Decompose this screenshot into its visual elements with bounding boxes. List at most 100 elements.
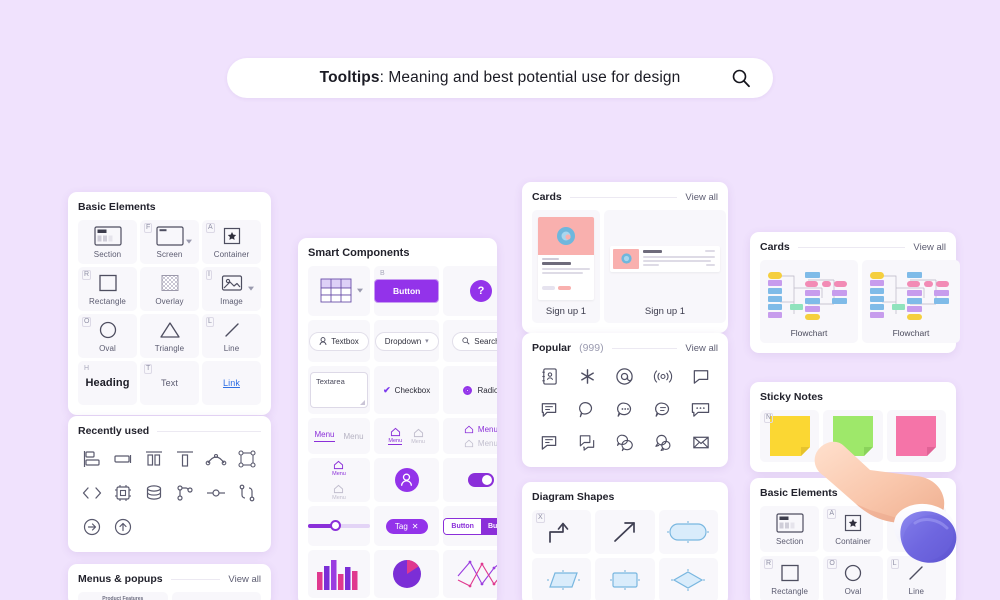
view-all-link[interactable]: View all bbox=[913, 242, 946, 253]
component-textarea[interactable]: Textarea bbox=[308, 366, 370, 414]
icon-node-link[interactable] bbox=[203, 478, 230, 508]
element-container[interactable]: A Container bbox=[202, 220, 261, 264]
icon-broadcast[interactable] bbox=[645, 361, 680, 391]
checkbox-field[interactable]: ✔ Checkbox bbox=[383, 385, 430, 396]
slider-track[interactable] bbox=[308, 520, 370, 531]
icon-transform[interactable] bbox=[234, 444, 261, 474]
icon-code[interactable] bbox=[78, 478, 105, 508]
element-text[interactable]: T Text bbox=[140, 361, 199, 405]
search-field[interactable]: Search bbox=[452, 331, 497, 351]
component-pie-chart[interactable] bbox=[374, 550, 440, 598]
element-section[interactable]: Section bbox=[760, 506, 820, 552]
view-all-link[interactable]: View all bbox=[685, 192, 718, 203]
icon-bubble-lines[interactable] bbox=[645, 394, 680, 424]
icon-database[interactable] bbox=[140, 478, 167, 508]
sticky-note-pink[interactable] bbox=[886, 410, 946, 462]
element-screen[interactable]: F Screen bbox=[140, 220, 199, 264]
component-tag[interactable]: Tag ✕ bbox=[374, 506, 440, 546]
icon-envelope[interactable] bbox=[683, 427, 718, 457]
icon-curve-node[interactable] bbox=[203, 444, 230, 474]
component-table[interactable] bbox=[308, 266, 370, 316]
search-bar[interactable]: Tooltips: Meaning and best potential use… bbox=[227, 58, 773, 98]
close-icon[interactable]: ✕ bbox=[412, 522, 419, 531]
search-icon[interactable] bbox=[731, 68, 751, 88]
chevron-down-icon[interactable] bbox=[932, 526, 939, 531]
menu-stack-item[interactable]: Menu bbox=[332, 484, 346, 501]
element-container[interactable]: A Container bbox=[823, 506, 883, 552]
icon-bar[interactable] bbox=[109, 444, 136, 474]
tag-chip[interactable]: Tag ✕ bbox=[385, 518, 428, 534]
component-button[interactable]: B Button bbox=[374, 266, 440, 316]
icon-arrow-right-circle[interactable] bbox=[78, 512, 105, 542]
menu-item-inactive[interactable]: Menu bbox=[464, 439, 497, 448]
element-triangle[interactable]: Triangle bbox=[140, 314, 199, 358]
menu-tabs[interactable]: Menu Menu bbox=[314, 430, 364, 442]
component-menu-icons[interactable]: Menu Menu bbox=[374, 418, 440, 454]
icon-align-left[interactable] bbox=[78, 444, 105, 474]
view-all-link[interactable]: View all bbox=[228, 574, 261, 585]
menu-preview-card[interactable] bbox=[171, 592, 261, 600]
menu-item-active[interactable]: Menu bbox=[464, 425, 497, 434]
shape-stadium[interactable] bbox=[658, 510, 718, 554]
element-line[interactable]: L Line bbox=[886, 556, 946, 600]
icon-speech-bubble[interactable] bbox=[683, 361, 718, 391]
icon-fork[interactable] bbox=[234, 478, 261, 508]
slider-knob[interactable] bbox=[330, 520, 341, 531]
element-oval[interactable]: O Oval bbox=[78, 314, 137, 358]
icon-chip[interactable] bbox=[109, 478, 136, 508]
shape-rectangle[interactable] bbox=[595, 558, 655, 600]
menu-icon-inactive[interactable]: Menu bbox=[411, 428, 425, 445]
component-dropdown[interactable]: Dropdown ▾ bbox=[374, 320, 440, 362]
element-heading[interactable]: H Heading bbox=[78, 361, 137, 405]
shape-diamond[interactable] bbox=[658, 558, 718, 600]
textarea-field[interactable]: Textarea bbox=[310, 372, 368, 408]
avatar[interactable] bbox=[394, 468, 419, 492]
icon-bubble-dots[interactable] bbox=[608, 394, 643, 424]
shape-elbow-arrow[interactable]: X bbox=[532, 510, 592, 554]
component-bar-chart[interactable] bbox=[308, 550, 370, 598]
shape-diagonal-arrow[interactable] bbox=[595, 510, 655, 554]
element-overlay[interactable]: Overlay bbox=[140, 267, 199, 311]
element-section[interactable]: Section bbox=[78, 220, 137, 264]
icon-wide-bubble-dots[interactable] bbox=[683, 394, 718, 424]
menu-icon-active[interactable]: Menu bbox=[388, 427, 403, 445]
element-oval[interactable]: O Oval bbox=[823, 556, 883, 600]
menu-tab-active[interactable]: Menu bbox=[314, 430, 335, 442]
menu-tab-inactive[interactable]: Menu bbox=[344, 432, 364, 441]
card-signup-vertical[interactable]: Sign up 1 bbox=[532, 210, 600, 323]
sticky-note-yellow[interactable]: N bbox=[760, 410, 820, 462]
icon-branch[interactable] bbox=[171, 478, 198, 508]
icon-columns[interactable] bbox=[140, 444, 167, 474]
radio-field[interactable]: Radio bbox=[463, 385, 497, 395]
card-flowchart[interactable]: Flowchart bbox=[760, 260, 858, 343]
menu-icon-tabs[interactable]: Menu Menu bbox=[388, 427, 425, 445]
textbox-field[interactable]: Textbox bbox=[309, 331, 369, 351]
segmented-control[interactable]: Button Button bbox=[443, 517, 497, 535]
element-rectangle[interactable]: R Rectangle bbox=[760, 556, 820, 600]
icon-at-sign[interactable] bbox=[608, 361, 643, 391]
segment-a[interactable]: Button bbox=[444, 518, 481, 534]
icon-chat-lines[interactable] bbox=[532, 394, 567, 424]
chevron-down-icon[interactable] bbox=[186, 239, 192, 244]
menu-preview-card[interactable]: Product Features bbox=[78, 592, 168, 600]
segment-b[interactable]: Button bbox=[480, 518, 497, 534]
shape-parallelogram[interactable] bbox=[532, 558, 592, 600]
menu-vertical[interactable]: Menu Menu bbox=[464, 425, 497, 448]
icon-arrow-up-circle[interactable] bbox=[109, 512, 136, 542]
component-textbox[interactable]: Textbox bbox=[308, 320, 370, 362]
icon-message-lines[interactable] bbox=[532, 427, 567, 457]
menu-stack-item[interactable]: Menu bbox=[332, 460, 346, 477]
dropdown-field[interactable]: Dropdown ▾ bbox=[374, 331, 439, 351]
view-all-link[interactable]: View all bbox=[685, 343, 718, 354]
component-avatar[interactable] bbox=[374, 458, 440, 502]
component-help[interactable]: ? bbox=[443, 266, 497, 316]
icon-oval-bubble[interactable] bbox=[570, 394, 605, 424]
component-menu-list[interactable]: Menu Menu bbox=[443, 418, 497, 454]
component-toggle[interactable] bbox=[443, 458, 497, 502]
chevron-down-icon[interactable] bbox=[357, 288, 363, 293]
sticky-note-green[interactable] bbox=[823, 410, 883, 462]
element-link[interactable]: Link bbox=[202, 361, 261, 405]
component-line-chart[interactable] bbox=[443, 550, 497, 598]
card-flowchart[interactable]: Flowchart bbox=[862, 260, 960, 343]
help-icon[interactable]: ? bbox=[469, 280, 492, 302]
